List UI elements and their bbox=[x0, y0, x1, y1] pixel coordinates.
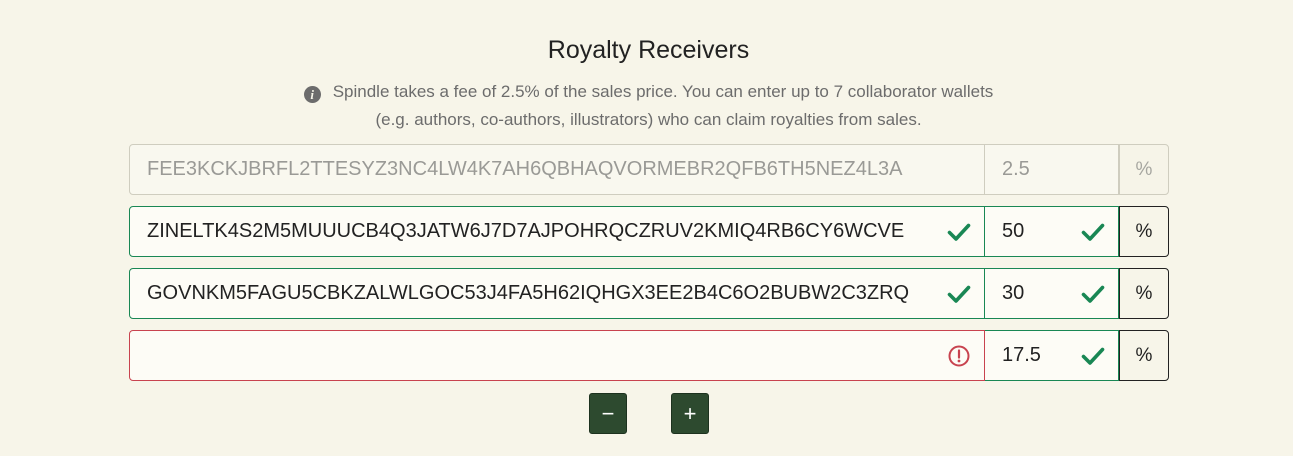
info-line-1: Spindle takes a fee of 2.5% of the sales… bbox=[332, 82, 994, 101]
royalty-percent-input[interactable]: 30 bbox=[985, 268, 1119, 319]
wallet-address-value: ZINELTK4S2M5MUUUCB4Q3JATW6J7D7AJPOHRQCZR… bbox=[147, 220, 905, 242]
percent-unit-label: % bbox=[1119, 144, 1169, 195]
royalty-percent-value: 30 bbox=[1002, 282, 1025, 304]
valid-check-icon bbox=[1081, 220, 1105, 244]
wallet-address-input[interactable]: GOVNKM5FAGU5CBKZALWLGOC53J4FA5H62IQHGX3E… bbox=[129, 268, 985, 319]
info-line-2: (e.g. authors, co-authors, illustrators)… bbox=[375, 110, 922, 129]
wallet-address-input[interactable] bbox=[129, 330, 985, 381]
royalty-percent-input[interactable]: 50 bbox=[985, 206, 1119, 257]
royalty-row-3: 17.5 % bbox=[129, 330, 1169, 381]
add-receiver-button[interactable]: + bbox=[671, 393, 709, 434]
royalty-percent-input: 2.5 bbox=[985, 144, 1119, 195]
royalty-percent-value: 50 bbox=[1002, 220, 1025, 242]
page-title: Royalty Receivers bbox=[547, 36, 750, 64]
royalty-row-1: ZINELTK4S2M5MUUUCB4Q3JATW6J7D7AJPOHRQCZR… bbox=[129, 206, 1169, 257]
wallet-address-input: FEE3KCKJBRFL2TTESYZ3NC4LW4K7AH6QBHAQVORM… bbox=[129, 144, 985, 195]
info-circle-icon: i bbox=[303, 86, 321, 103]
royalty-percent-value: 17.5 bbox=[1002, 344, 1041, 366]
royalty-row-2: GOVNKM5FAGU5CBKZALWLGOC53J4FA5H62IQHGX3E… bbox=[129, 268, 1169, 319]
wallet-address-value: FEE3KCKJBRFL2TTESYZ3NC4LW4K7AH6QBHAQVORM… bbox=[147, 158, 903, 180]
error-exclamation-icon bbox=[947, 344, 971, 368]
valid-check-icon bbox=[947, 282, 971, 306]
royalty-percent-value: 2.5 bbox=[1002, 158, 1030, 180]
remove-receiver-button[interactable]: − bbox=[589, 393, 627, 434]
royalty-row-fee: FEE3KCKJBRFL2TTESYZ3NC4LW4K7AH6QBHAQVORM… bbox=[129, 144, 1169, 195]
valid-check-icon bbox=[1081, 344, 1105, 368]
info-text: i Spindle takes a fee of 2.5% of the sale… bbox=[0, 78, 1293, 134]
percent-unit-label: % bbox=[1119, 206, 1169, 257]
wallet-address-value: GOVNKM5FAGU5CBKZALWLGOC53J4FA5H62IQHGX3E… bbox=[147, 282, 910, 304]
percent-unit-label: % bbox=[1119, 268, 1169, 319]
wallet-address-input[interactable]: ZINELTK4S2M5MUUUCB4Q3JATW6J7D7AJPOHRQCZR… bbox=[129, 206, 985, 257]
valid-check-icon bbox=[1081, 282, 1105, 306]
percent-unit-label: % bbox=[1119, 330, 1169, 381]
royalty-percent-input[interactable]: 17.5 bbox=[985, 330, 1119, 381]
valid-check-icon bbox=[947, 220, 971, 244]
